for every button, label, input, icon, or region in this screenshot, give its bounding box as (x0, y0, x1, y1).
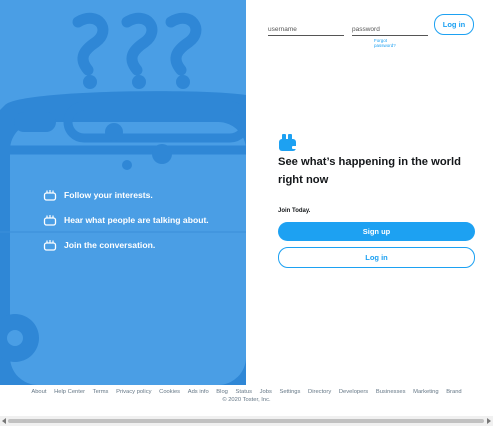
header-login-button[interactable]: Log in (434, 14, 474, 35)
footer-link-jobs[interactable]: Jobs (260, 389, 272, 395)
footer-link-status[interactable]: Status (236, 389, 252, 395)
feature-item: Join the conversation. (43, 232, 209, 257)
feature-item: Follow your interests. (43, 182, 209, 207)
horizontal-scrollbar[interactable] (0, 416, 493, 426)
footer-link-marketing[interactable]: Marketing (413, 389, 438, 395)
hero-panel: Follow your interests. Hear what people … (0, 0, 246, 385)
feature-label: Join the conversation. (64, 239, 156, 250)
feature-item: Hear what people are talking about. (43, 207, 209, 232)
feature-label: Hear what people are talking about. (64, 214, 209, 225)
feature-list: Follow your interests. Hear what people … (43, 182, 209, 257)
forgot-password-link[interactable]: Forgot password? (374, 38, 396, 48)
footer-link-ads-info[interactable]: Ads info (188, 389, 209, 395)
username-field[interactable] (268, 18, 344, 36)
signup-button[interactable]: Sign up (278, 222, 475, 241)
page-headline: See what’s happening in the world right … (278, 156, 461, 186)
password-field[interactable] (352, 18, 428, 36)
toaster-icon (43, 238, 57, 252)
footer-link-blog[interactable]: Blog (216, 389, 228, 395)
footer-links: About Help Center Terms Privacy policy C… (0, 389, 493, 395)
footer-link-privacy[interactable]: Privacy policy (116, 389, 151, 395)
scroll-right-icon[interactable] (487, 418, 491, 424)
login-button[interactable]: Log in (278, 247, 475, 268)
footer-link-terms[interactable]: Terms (93, 389, 109, 395)
footer-link-businesses[interactable]: Businesses (376, 389, 406, 395)
toaster-icon (43, 188, 57, 202)
footer-link-cookies[interactable]: Cookies (159, 389, 180, 395)
footer-link-directory[interactable]: Directory (308, 389, 331, 395)
password-input[interactable] (352, 22, 428, 33)
footer-link-developers[interactable]: Developers (339, 389, 368, 395)
join-label: Join Today. (278, 208, 311, 214)
footer-link-help-center[interactable]: Help Center (54, 389, 85, 395)
footer-link-brand[interactable]: Brand (446, 389, 461, 395)
username-input[interactable] (268, 22, 344, 33)
scroll-left-icon[interactable] (2, 418, 6, 424)
footer-link-about[interactable]: About (31, 389, 46, 395)
toaster-icon (43, 213, 57, 227)
footer-link-settings[interactable]: Settings (279, 389, 300, 395)
feature-label: Follow your interests. (64, 189, 153, 200)
footer: About Help Center Terms Privacy policy C… (0, 389, 493, 403)
copyright-text: © 2020 Toster, Inc. (222, 397, 271, 403)
scrollbar-thumb[interactable] (8, 419, 484, 423)
login-panel: Forgot password? Log in See what’s happe… (246, 0, 493, 385)
